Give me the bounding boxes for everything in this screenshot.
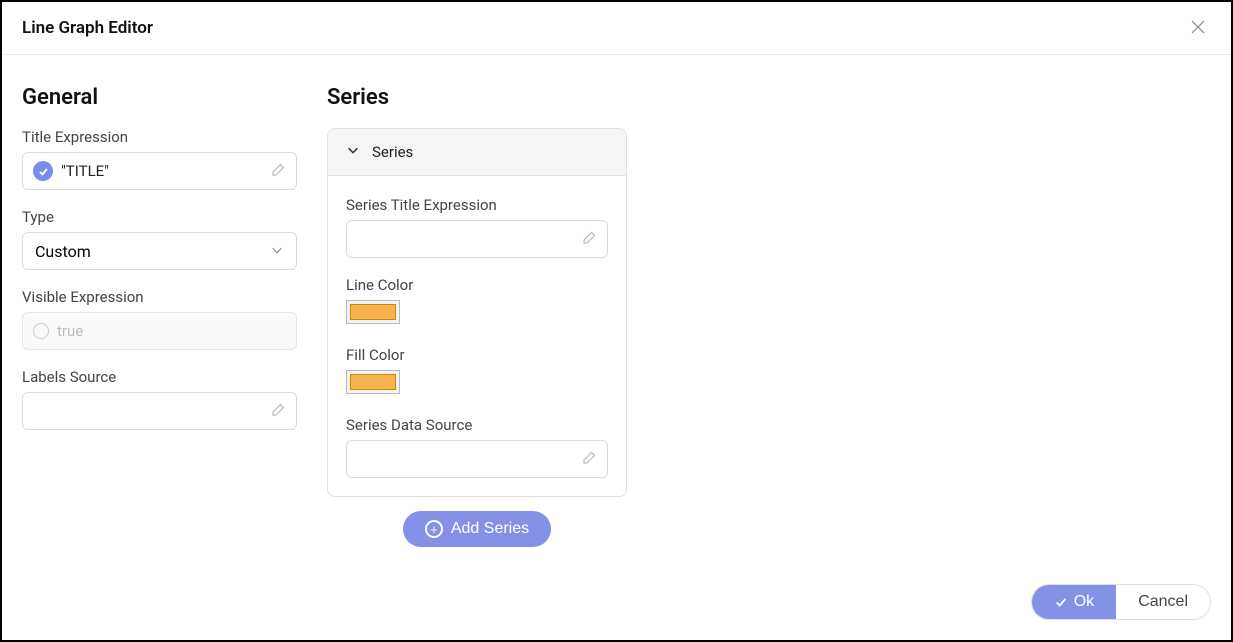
- add-series-button[interactable]: + Add Series: [403, 511, 551, 547]
- series-data-source-label: Series Data Source: [346, 416, 608, 434]
- chevron-down-icon: [346, 143, 360, 161]
- close-icon[interactable]: [1185, 16, 1211, 40]
- ok-label: Ok: [1074, 593, 1094, 611]
- fill-color-swatch[interactable]: [346, 370, 400, 394]
- general-heading: General: [22, 85, 297, 110]
- edit-icon[interactable]: [581, 228, 599, 250]
- line-color-value: [350, 304, 396, 320]
- dialog-content: General Title Expression "TITLE" Type Cu…: [2, 55, 1231, 547]
- series-title-expression-input[interactable]: [346, 220, 608, 258]
- series-heading: Series: [327, 85, 627, 110]
- edit-icon[interactable]: [270, 400, 288, 422]
- series-section: Series Series Series Title Expression: [327, 85, 627, 547]
- ok-button[interactable]: Ok: [1032, 585, 1116, 619]
- series-panel: Series Series Title Expression Line Colo…: [327, 128, 627, 497]
- chevron-down-icon: [270, 242, 284, 261]
- labels-source-input[interactable]: [22, 392, 297, 430]
- check-icon: [33, 161, 53, 181]
- radio-icon: [33, 323, 49, 339]
- title-expression-value: "TITLE": [61, 162, 270, 180]
- add-series-row: + Add Series: [327, 511, 627, 547]
- labels-source-label: Labels Source: [22, 368, 297, 386]
- edit-icon[interactable]: [581, 448, 599, 470]
- title-expression-input[interactable]: "TITLE": [22, 152, 297, 190]
- fill-color-value: [350, 374, 396, 390]
- type-value: Custom: [35, 242, 91, 261]
- edit-icon[interactable]: [270, 160, 288, 182]
- add-series-label: Add Series: [451, 520, 529, 538]
- fill-color-label: Fill Color: [346, 346, 608, 364]
- visible-expression-placeholder: true: [57, 322, 288, 340]
- plus-circle-icon: +: [425, 520, 443, 538]
- visible-expression-label: Visible Expression: [22, 288, 297, 306]
- line-color-swatch[interactable]: [346, 300, 400, 324]
- dialog-footer: Ok Cancel: [1031, 584, 1211, 620]
- line-color-label: Line Color: [346, 276, 608, 294]
- type-select[interactable]: Custom: [22, 232, 297, 270]
- dialog-title: Line Graph Editor: [22, 18, 153, 38]
- check-icon: [1054, 595, 1068, 609]
- series-panel-header[interactable]: Series: [328, 129, 626, 176]
- general-section: General Title Expression "TITLE" Type Cu…: [22, 85, 297, 547]
- series-data-source-input[interactable]: [346, 440, 608, 478]
- visible-expression-input[interactable]: true: [22, 312, 297, 350]
- dialog-header: Line Graph Editor: [2, 2, 1231, 55]
- title-expression-label: Title Expression: [22, 128, 297, 146]
- series-panel-body: Series Title Expression Line Color Fill …: [328, 176, 626, 496]
- series-title-expression-label: Series Title Expression: [346, 196, 608, 214]
- cancel-button[interactable]: Cancel: [1116, 585, 1210, 619]
- type-label: Type: [22, 208, 297, 226]
- series-panel-title: Series: [372, 143, 413, 161]
- cancel-label: Cancel: [1138, 593, 1188, 611]
